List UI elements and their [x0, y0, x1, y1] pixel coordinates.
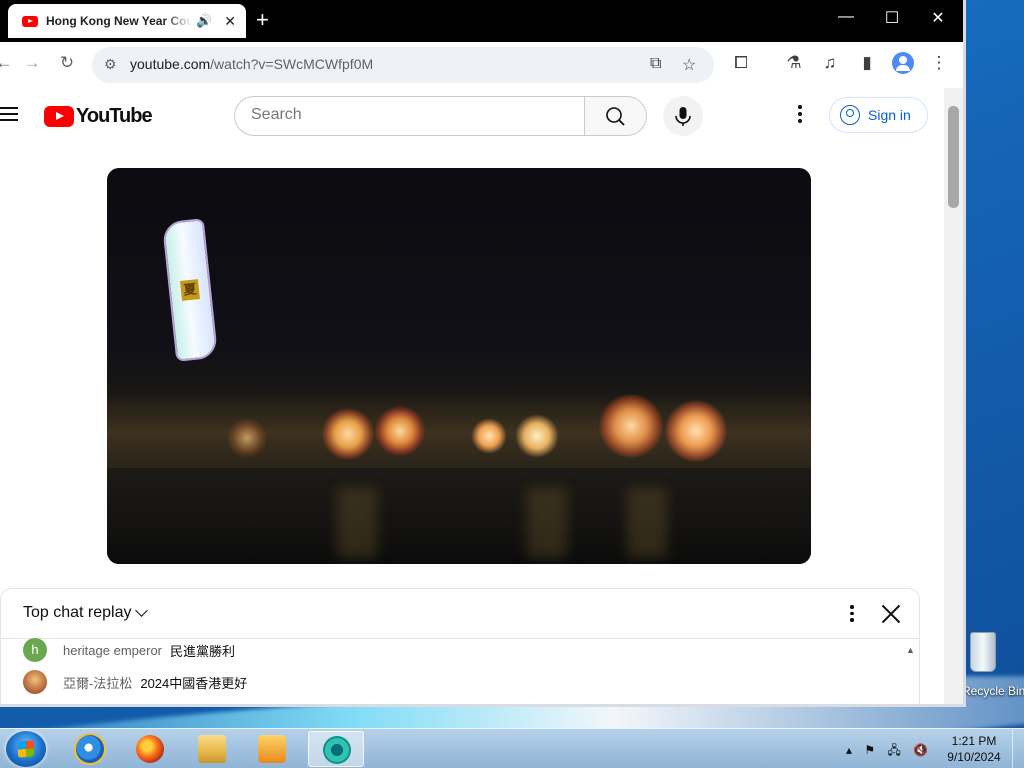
address-bar[interactable]: ⚙ youtube.com/watch?v=SWcMCWfpf0M ⧉ ☆	[92, 47, 714, 83]
recycle-bin-shortcut[interactable]: Recycle Bin	[962, 630, 1024, 700]
firefox-icon	[136, 735, 164, 763]
video-firework	[227, 418, 267, 458]
show-desktop-button[interactable]	[1012, 729, 1024, 768]
video-firework	[515, 414, 559, 458]
microphone-icon	[675, 107, 691, 126]
network-icon[interactable]: 🖧	[887, 743, 900, 757]
video-player[interactable]: 夏	[107, 168, 811, 564]
tab-audio-icon[interactable]: 🔊	[196, 13, 212, 29]
video-water-reflection	[627, 488, 667, 558]
youtube-play-logo-icon	[44, 106, 74, 127]
profile-avatar-icon[interactable]	[892, 52, 914, 74]
chat-author[interactable]: 亞爾-法拉松	[63, 673, 132, 692]
sign-in-button[interactable]: Sign in	[829, 97, 928, 133]
youtube-favicon-icon	[22, 15, 38, 27]
clock-date: 9/10/2024	[947, 750, 1001, 764]
chat-mode-selector[interactable]: Top chat replay	[23, 604, 132, 622]
video-firework	[599, 394, 663, 458]
recycle-bin-icon	[970, 632, 996, 672]
account-circle-icon	[840, 105, 860, 125]
address-url[interactable]: youtube.com/watch?v=SWcMCWfpf0M	[130, 56, 373, 72]
taskbar-chrome-active[interactable]	[308, 731, 364, 767]
tab-title: Hong Kong New Year Countdown	[46, 14, 192, 28]
browser-titlebar: Hong Kong New Year Countdown 🔊 ✕ + — ☐ ✕	[0, 0, 963, 42]
internet-explorer-icon	[76, 735, 104, 763]
install-app-icon[interactable]: ⧉	[650, 55, 661, 73]
taskbar-clock[interactable]: 1:21 PM 9/10/2024	[944, 733, 1004, 765]
sign-in-label: Sign in	[868, 107, 911, 123]
browser-menu-icon[interactable]: ⋮	[927, 53, 951, 73]
site-info-icon[interactable]: ⚙	[104, 56, 117, 73]
chat-message: h heritage emperor 民進黨勝利	[23, 637, 235, 663]
recycle-bin-label: Recycle Bin	[962, 684, 1024, 698]
folder-icon	[198, 735, 226, 763]
taskbar-media-player[interactable]	[244, 731, 300, 767]
window-maximize-button[interactable]: ☐	[872, 8, 912, 28]
browser-app-icon	[323, 736, 351, 764]
volume-muted-icon[interactable]: 🔇	[913, 743, 928, 757]
chevron-down-icon[interactable]	[135, 604, 148, 617]
chat-avatar[interactable]: h	[23, 638, 47, 662]
window-close-button[interactable]: ✕	[918, 8, 958, 28]
chat-close-icon[interactable]	[877, 600, 905, 628]
voice-search-button[interactable]	[663, 96, 703, 136]
video-firework	[375, 406, 425, 456]
search-input[interactable]	[251, 106, 571, 124]
windows-logo-icon	[18, 740, 34, 758]
chat-author[interactable]: heritage emperor	[63, 643, 162, 658]
search-box[interactable]	[234, 96, 584, 136]
video-firework	[471, 418, 507, 454]
chat-avatar[interactable]	[23, 670, 47, 694]
tab-close-icon[interactable]: ✕	[224, 13, 236, 30]
video-overlay-character: 夏	[180, 279, 200, 301]
chat-text: 民進黨勝利	[170, 643, 236, 659]
video-water-reflection	[527, 488, 567, 558]
chat-message: 亞爾-法拉松 2024中國香港更好	[23, 669, 247, 695]
chat-text: 2024中國香港更好	[140, 675, 248, 691]
hamburger-menu-icon[interactable]	[0, 107, 18, 125]
youtube-page: YouTube Sign in	[0, 88, 944, 704]
video-water-reflection	[337, 488, 377, 558]
live-chat-panel: Top chat replay ▲ h heritage emperor 民進黨…	[0, 588, 920, 704]
chat-header: Top chat replay	[1, 589, 919, 639]
search-icon	[606, 107, 625, 126]
media-player-icon	[258, 735, 286, 763]
chat-scroll-up-icon[interactable]: ▲	[906, 645, 915, 655]
youtube-logo[interactable]: YouTube	[44, 105, 153, 128]
page-scrollbar[interactable]	[944, 88, 963, 704]
extensions-puzzle-icon[interactable]: ⧠	[729, 53, 753, 73]
window-minimize-button[interactable]: —	[826, 8, 866, 26]
browser-tab-active[interactable]: Hong Kong New Year Countdown 🔊 ✕	[8, 4, 246, 38]
tray-expand-icon[interactable]: ▴	[846, 743, 852, 757]
taskbar: ▴ ⚑ 🖧 🔇 1:21 PM 9/10/2024	[0, 728, 1024, 768]
settings-more-icon[interactable]	[792, 105, 808, 127]
page-scrollbar-thumb[interactable]	[948, 106, 959, 208]
media-control-icon[interactable]: ♫	[818, 53, 842, 73]
forward-arrow-icon[interactable]: →	[20, 53, 44, 73]
video-overlay-banner: 夏	[161, 218, 219, 362]
system-tray: ▴ ⚑ 🖧 🔇	[846, 741, 937, 762]
new-tab-button[interactable]: +	[256, 8, 269, 32]
video-firework	[665, 400, 727, 462]
start-button[interactable]	[6, 731, 46, 767]
youtube-wordmark: YouTube	[76, 105, 153, 127]
browser-toolbar: ← → ↻ ⚙ youtube.com/watch?v=SWcMCWfpf0M …	[0, 42, 963, 88]
search-button[interactable]	[584, 96, 647, 136]
video-harbour-water	[107, 468, 811, 564]
back-arrow-icon[interactable]: ←	[0, 53, 16, 73]
video-firework	[322, 408, 374, 460]
bookmark-star-icon[interactable]: ☆	[682, 55, 696, 75]
taskbar-file-explorer[interactable]	[184, 731, 240, 767]
clock-time: 1:21 PM	[951, 734, 997, 748]
action-center-flag-icon[interactable]: ⚑	[864, 743, 875, 757]
side-panel-icon[interactable]: ▮	[855, 53, 879, 73]
taskbar-firefox[interactable]	[122, 731, 178, 767]
chat-more-options-icon[interactable]	[847, 605, 857, 625]
reload-icon[interactable]: ↻	[55, 53, 79, 73]
browser-window: Hong Kong New Year Countdown 🔊 ✕ + — ☐ ✕…	[0, 0, 966, 707]
labs-flask-icon[interactable]: ⚗	[782, 53, 806, 73]
taskbar-internet-explorer[interactable]	[62, 731, 118, 767]
